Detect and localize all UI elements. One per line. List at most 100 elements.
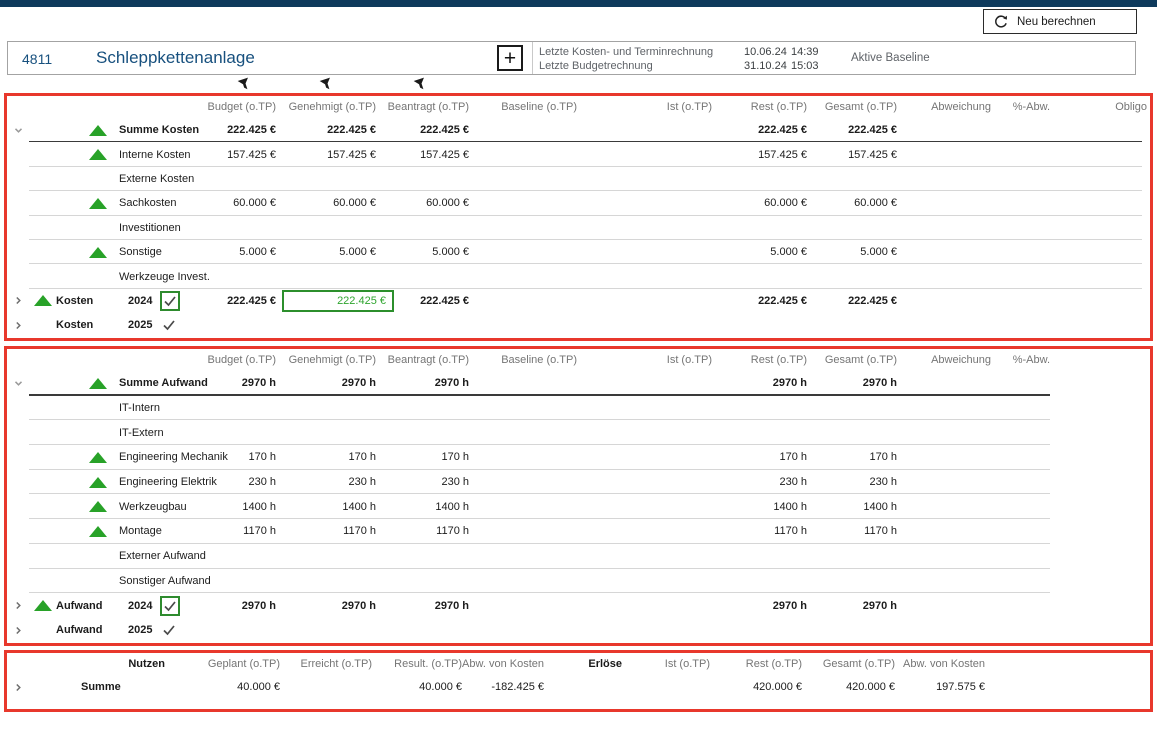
table-row[interactable]: IT-Extern (7, 420, 1150, 445)
value-cell: 230 h (712, 476, 807, 488)
value-cell: 222.425 € (276, 290, 376, 312)
trend-up-icon (89, 378, 107, 389)
value-cell: 5.000 € (276, 246, 376, 258)
row-label-cell: Engineering Mechanik (33, 451, 193, 463)
row-label: Aufwand (56, 624, 128, 636)
table-row[interactable]: Sonstige5.000 €5.000 €5.000 €5.000 €5.00… (7, 240, 1150, 264)
table-row[interactable]: Sonstiger Aufwand (7, 569, 1150, 594)
table-row[interactable]: Werkzeugbau1400 h1400 h1400 h1400 h1400 … (7, 494, 1150, 519)
row-label: IT-Intern (119, 402, 160, 414)
table-row[interactable]: Werkzeuge Invest. (7, 264, 1150, 288)
trend-up-icon (89, 452, 107, 463)
filter-icon[interactable] (412, 76, 428, 92)
value-cell: 222.425 € (376, 124, 469, 136)
table-row[interactable]: Aufwand2025 (7, 618, 1150, 643)
row-label-cell: Kosten2025 (33, 319, 193, 331)
row-year: 2025 (128, 319, 152, 331)
row-label-cell: Summe (33, 681, 117, 693)
value-cell: 2970 h (376, 377, 469, 389)
trend-up-icon (89, 247, 107, 258)
table-row[interactable]: Interne Kosten157.425 €157.425 €157.425 … (7, 142, 1150, 166)
value-cell: 222.425 € (276, 124, 376, 136)
value-cell: 40.000 € (165, 681, 280, 693)
year-checkbox[interactable] (160, 291, 180, 311)
column-header: Ist (o.TP) (622, 658, 710, 670)
chevron-right-icon[interactable] (7, 600, 33, 611)
table-row[interactable]: Montage1170 h1170 h1170 h1170 h1170 h (7, 519, 1150, 544)
row-label-cell: Aufwand2025 (33, 624, 193, 636)
chevron-right-icon[interactable] (7, 625, 33, 636)
value-cell: 230 h (276, 476, 376, 488)
table-row[interactable]: IT-Intern (7, 396, 1150, 421)
row-label: Sachkosten (119, 197, 176, 209)
value-cell: 222.425 € (193, 295, 276, 307)
row-label-cell: Sonstiger Aufwand (33, 575, 193, 587)
chevron-down-icon[interactable] (7, 125, 33, 136)
value-cell: 420.000 € (710, 681, 802, 693)
value-cell: 1400 h (376, 501, 469, 513)
value-cell: 170 h (807, 451, 897, 463)
project-id: 4811 (22, 51, 52, 67)
table-row[interactable]: Kosten2025 (7, 313, 1150, 337)
table-row[interactable]: Summe40.000 €40.000 €-182.425 €420.000 €… (7, 675, 1150, 699)
chevron-down-icon[interactable] (7, 378, 33, 389)
row-label: Interne Kosten (119, 149, 191, 161)
value-cell: 1170 h (276, 525, 376, 537)
year-checkmark[interactable] (162, 319, 176, 331)
table-row[interactable]: Aufwand20242970 h2970 h2970 h2970 h2970 … (7, 593, 1150, 618)
column-header: Rest (o.TP) (710, 658, 802, 670)
recalc-button[interactable]: Neu berechnen (983, 9, 1137, 34)
value-cell: 1170 h (712, 525, 807, 537)
column-header: %-Abw. (991, 354, 1050, 366)
calculation-info: Letzte Kosten- und Terminrechnung 10.06.… (539, 45, 833, 73)
row-label: Werkzeugbau (119, 501, 187, 513)
value-cell: 1170 h (376, 525, 469, 537)
table-header-row: NutzenGeplant (o.TP)Erreicht (o.TP)Resul… (7, 653, 1150, 675)
value-cell: 230 h (807, 476, 897, 488)
table-row[interactable]: Engineering Mechanik170 h170 h170 h170 h… (7, 445, 1150, 470)
column-header: Abweichung (897, 354, 991, 366)
chevron-right-icon[interactable] (7, 682, 33, 693)
filter-icon[interactable] (318, 76, 334, 92)
column-header: Genehmigt (o.TP) (276, 354, 376, 366)
column-header: Gesamt (o.TP) (807, 101, 897, 113)
value-cell: 2970 h (276, 377, 376, 389)
value-cell: 2970 h (193, 600, 276, 612)
filter-icon[interactable] (236, 76, 252, 92)
table-row[interactable]: Engineering Elektrik230 h230 h230 h230 h… (7, 470, 1150, 495)
active-baseline-label: Aktive Baseline (851, 52, 930, 64)
value-cell: 157.425 € (712, 149, 807, 161)
header-divider (532, 42, 533, 74)
table-row[interactable]: Kosten2024222.425 €222.425 €222.425 €222… (7, 289, 1150, 313)
table-row[interactable]: Sachkosten60.000 €60.000 €60.000 €60.000… (7, 191, 1150, 215)
chevron-right-icon[interactable] (7, 320, 33, 331)
table-row[interactable]: Investitionen (7, 216, 1150, 240)
row-label-cell: Investitionen (33, 222, 193, 234)
summe-panel: NutzenGeplant (o.TP)Erreicht (o.TP)Resul… (4, 650, 1153, 712)
table-row[interactable]: Summe Kosten222.425 €222.425 €222.425 €2… (7, 118, 1150, 142)
row-label-cell: Summe Aufwand (33, 377, 193, 389)
add-button[interactable]: + (497, 45, 523, 71)
row-label-cell: Interne Kosten (33, 149, 193, 161)
table-row[interactable]: Externer Aufwand (7, 544, 1150, 569)
year-checkmark[interactable] (162, 624, 176, 636)
year-checkbox[interactable] (160, 596, 180, 616)
value-cell: 1400 h (712, 501, 807, 513)
chevron-right-icon[interactable] (7, 295, 33, 306)
info-date: 10.06.24 (744, 46, 791, 58)
column-header: Abw. von Kosten (462, 658, 544, 670)
top-navy-bar (0, 0, 1157, 7)
table-row[interactable]: Summe Aufwand2970 h2970 h2970 h2970 h297… (7, 371, 1150, 396)
row-label: Externer Aufwand (119, 550, 206, 562)
value-cell: 222.425 € (807, 295, 897, 307)
kosten-panel: Budget (o.TP)Genehmigt (o.TP)Beantragt (… (4, 93, 1153, 341)
value-cell: 60.000 € (376, 197, 469, 209)
column-header: Ist (o.TP) (577, 354, 712, 366)
value-cell: 5.000 € (807, 246, 897, 258)
table-row[interactable]: Externe Kosten (7, 167, 1150, 191)
row-year: 2025 (128, 624, 152, 636)
row-label: Kosten (56, 295, 128, 307)
row-label-cell: Aufwand2024 (33, 596, 193, 616)
column-header: Rest (o.TP) (712, 354, 807, 366)
row-label-cell: Sonstige (33, 246, 193, 258)
